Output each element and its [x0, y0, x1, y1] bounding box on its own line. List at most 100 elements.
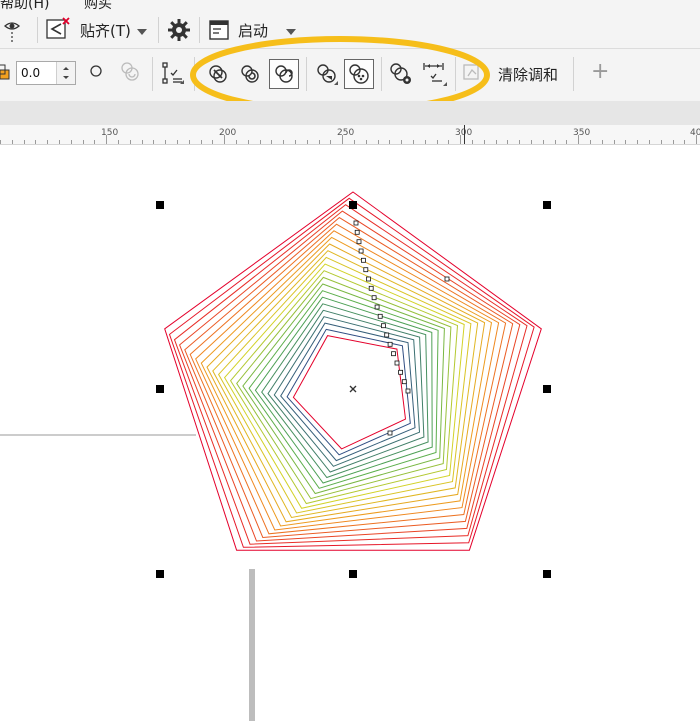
eye-icon[interactable]	[2, 16, 30, 44]
ruler-label: 150	[101, 128, 119, 138]
ruler-tick	[47, 140, 49, 144]
control-node[interactable]	[387, 430, 393, 436]
ruler-tick	[401, 140, 403, 144]
ruler-tick	[259, 140, 261, 144]
angle-value[interactable]: 0.0	[21, 66, 40, 80]
control-node[interactable]	[444, 276, 450, 282]
ruler-tick	[672, 140, 674, 144]
path-node[interactable]	[384, 332, 390, 338]
drawing-canvas[interactable]	[0, 145, 700, 721]
separator	[152, 57, 153, 91]
ruler-tick	[377, 140, 379, 144]
ruler-tick	[424, 140, 426, 144]
path-node[interactable]	[374, 304, 380, 310]
path-node[interactable]	[371, 295, 377, 301]
ruler-tick	[177, 140, 178, 144]
blend-artwork[interactable]	[0, 145, 700, 721]
ruler-tick	[318, 140, 320, 144]
separator	[573, 57, 574, 91]
ruler-tick	[94, 140, 96, 144]
ruler-tick	[306, 140, 308, 144]
ruler-tick	[165, 140, 167, 144]
path-node[interactable]	[398, 369, 404, 375]
ruler-tick	[59, 140, 60, 144]
selection-handle[interactable]	[156, 385, 164, 393]
ruler-tick	[118, 140, 119, 144]
path-node[interactable]	[354, 229, 360, 235]
ruler-tick	[82, 140, 84, 144]
snap-icon[interactable]	[45, 17, 71, 43]
selection-handle[interactable]	[156, 201, 164, 209]
ruler-tick	[483, 140, 485, 144]
path-node[interactable]	[394, 360, 400, 366]
ruler-tick	[141, 140, 143, 144]
loop-blend-icon[interactable]	[88, 63, 104, 79]
ruler-tick	[542, 140, 544, 144]
path-node[interactable]	[387, 341, 393, 347]
ruler-tick	[460, 135, 462, 144]
ruler-tick	[200, 140, 202, 144]
ruler-tick	[531, 140, 532, 144]
path-node[interactable]	[405, 388, 411, 394]
ruler-tick	[35, 140, 37, 144]
path-node[interactable]	[368, 285, 374, 291]
ruler-label: 350	[573, 128, 591, 138]
path-node[interactable]	[356, 239, 362, 245]
ruler-tick	[472, 140, 473, 144]
ruler-tick	[578, 135, 580, 144]
rotate-angle-icon	[0, 64, 10, 80]
ruler-tick	[554, 140, 556, 144]
path-node[interactable]	[391, 351, 396, 357]
ruler-tick	[625, 140, 627, 144]
ruler-tick	[684, 140, 686, 144]
path-node[interactable]	[360, 257, 366, 263]
snap-label[interactable]: 贴齐(T)	[80, 20, 131, 41]
toolbar-gap	[0, 101, 700, 125]
ruler-tick	[271, 140, 273, 144]
selection-handle[interactable]	[543, 570, 551, 578]
ruler-tick	[566, 140, 568, 144]
page-border	[249, 569, 255, 721]
path-node[interactable]	[363, 267, 369, 273]
ruler-tick	[129, 140, 131, 144]
add-button[interactable]: +	[591, 59, 609, 84]
stepper-arrows-icon[interactable]	[57, 62, 75, 84]
ruler-tick	[70, 140, 72, 144]
path-node[interactable]	[380, 323, 386, 329]
selection-handle[interactable]	[543, 385, 551, 393]
menu-help[interactable]: 帮助(H)	[0, 0, 49, 11]
selection-handle[interactable]	[543, 201, 551, 209]
blend-spacing-icon	[121, 62, 139, 81]
ruler-tick	[519, 140, 521, 144]
ruler-tick	[448, 140, 450, 144]
ruler-tick	[507, 140, 509, 144]
ruler-tick	[613, 140, 615, 144]
ruler-tick	[413, 140, 414, 144]
angle-input[interactable]: 0.0	[16, 61, 76, 85]
ruler-cursor-marker	[464, 125, 465, 144]
menu-buy[interactable]: 购买	[84, 0, 112, 11]
angle-stepper[interactable]	[56, 62, 75, 84]
path-node[interactable]	[353, 220, 359, 226]
path-node[interactable]	[366, 276, 371, 282]
snap-dropdown-icon[interactable]	[137, 29, 147, 35]
ruler-tick	[601, 140, 603, 144]
ruler-tick	[224, 135, 226, 144]
ruler-tick	[436, 140, 438, 144]
path-node[interactable]	[377, 313, 383, 319]
ruler-tick	[106, 135, 108, 144]
selection-handle[interactable]	[349, 570, 357, 578]
ruler-tick	[660, 140, 662, 144]
selection-handle[interactable]	[349, 201, 357, 209]
ruler-tick	[295, 140, 296, 144]
selection-handle[interactable]	[156, 570, 164, 578]
ruler-tick	[354, 140, 355, 144]
path-node[interactable]	[358, 248, 364, 254]
ruler-label: 40	[690, 128, 700, 138]
blend-group[interactable]	[164, 191, 542, 551]
separator	[37, 17, 38, 43]
menu-bar: 帮助(H) 购买	[0, 0, 700, 11]
path-node[interactable]	[401, 379, 407, 385]
ruler-tick	[283, 140, 285, 144]
clear-blend-button[interactable]: 清除调和	[498, 64, 558, 85]
